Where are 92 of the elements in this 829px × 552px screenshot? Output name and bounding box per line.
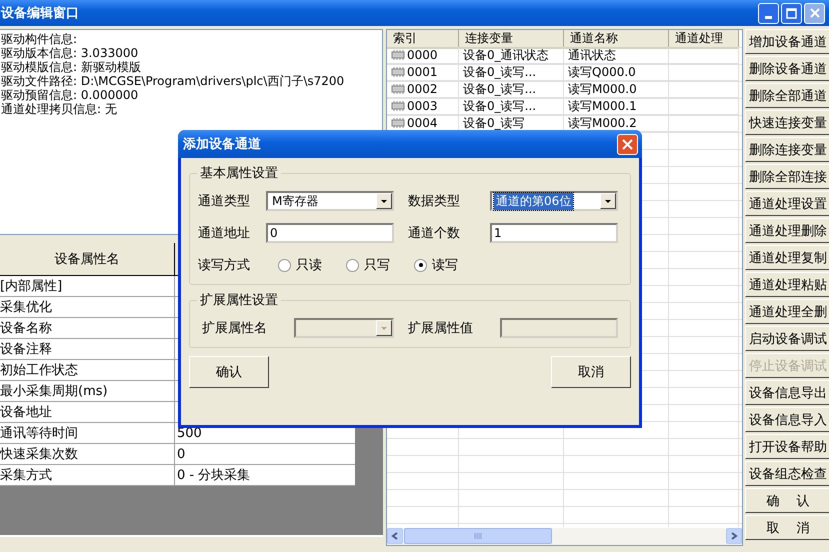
table-cell: 读写Q000.0: [564, 64, 669, 81]
chip-icon: [391, 66, 405, 78]
table-cell: 设备0_读写...: [459, 64, 564, 81]
column-header[interactable]: 索引: [387, 30, 459, 49]
grip-icon: [474, 533, 482, 539]
dropdown[interactable]: 通道的第06位: [490, 191, 618, 211]
table-cell: [669, 47, 739, 64]
table-cell: 0002: [387, 81, 459, 98]
table-cell: 设备0_读写...: [459, 81, 564, 98]
info-line: 驱动预留信息: 0.000000: [1, 88, 140, 102]
property-value-cell: 0: [175, 444, 355, 465]
table-cell: 0000: [387, 47, 459, 64]
field-label: 通道类型: [197, 193, 251, 210]
info-line: 驱动版本信息: 3.033000: [1, 46, 140, 60]
chip-icon: [391, 83, 405, 95]
dialog-title: 添加设备通道: [183, 136, 261, 153]
close-button[interactable]: [617, 134, 638, 154]
chip-icon: [391, 117, 405, 129]
column-header[interactable]: 通道名称: [564, 30, 669, 49]
column-header[interactable]: 连接变量: [459, 30, 564, 49]
scroll-left-icon[interactable]: [387, 528, 403, 544]
property-name-cell: 通讯等待时间: [0, 423, 175, 444]
column-header[interactable]: 通道处理: [669, 30, 739, 49]
radio-option[interactable]: 只读: [278, 256, 346, 274]
info-line: 通道处理拷贝信息: 无: [1, 102, 118, 116]
action-button[interactable]: 通道处理删除: [745, 218, 829, 243]
action-button[interactable]: 通道处理全删: [745, 299, 829, 324]
action-button[interactable]: 确 认: [745, 488, 829, 513]
input-field[interactable]: 0: [266, 223, 394, 243]
property-name-cell: 采集优化: [0, 297, 175, 318]
close-icon: [622, 138, 633, 150]
action-button[interactable]: 设备信息导出: [745, 380, 829, 405]
info-line: 驱动文件路径: D:\MCGSE\Program\drivers\plc\西门子\s7200: [1, 74, 346, 88]
cancel-button[interactable]: 取消: [551, 356, 631, 388]
property-name-cell: 初始工作状态: [0, 360, 175, 381]
chip-icon: [391, 100, 405, 112]
field-label: 读写方式: [197, 257, 251, 274]
table-cell: 设备0_通讯状态: [459, 47, 564, 64]
group-title: 扩展属性设置: [199, 292, 279, 309]
minimize-icon: [765, 16, 772, 18]
radio-option[interactable]: 只写: [346, 256, 414, 274]
action-button[interactable]: 删除连接变量: [745, 137, 829, 162]
property-name-cell: 快速采集次数: [0, 444, 175, 465]
property-name-cell: 设备注释: [0, 339, 175, 360]
action-button[interactable]: 设备信息导入: [745, 407, 829, 432]
property-name-cell: 最小采集周期(ms): [0, 381, 175, 402]
column-header[interactable]: 设备属性名: [0, 243, 175, 275]
field-label: 扩展属性值: [407, 320, 474, 337]
action-button[interactable]: 启动设备调试: [745, 326, 829, 351]
close-button[interactable]: [804, 2, 825, 24]
scroll-right-icon[interactable]: [726, 528, 742, 544]
action-button[interactable]: 通道处理粘贴: [745, 272, 829, 297]
property-name-cell: [内部属性]: [0, 276, 175, 297]
field-label: 扩展属性名: [201, 320, 268, 337]
action-button[interactable]: 删除全部连接: [745, 164, 829, 189]
action-button[interactable]: 通道处理设置: [745, 191, 829, 216]
action-button[interactable]: 取 消: [745, 515, 829, 540]
field-label: 通道地址: [197, 225, 251, 242]
action-button[interactable]: 删除设备通道: [745, 56, 829, 81]
scroll-thumb[interactable]: [404, 528, 552, 544]
window-title: 设备编辑窗口: [1, 4, 79, 22]
horizontal-scrollbar[interactable]: [387, 527, 742, 545]
table-cell: 0001: [387, 64, 459, 81]
property-name-cell: 设备名称: [0, 318, 175, 339]
property-name-cell: 采集方式: [0, 465, 175, 486]
chip-icon: [391, 49, 405, 61]
action-button[interactable]: 删除全部通道: [745, 83, 829, 108]
close-icon: [810, 8, 820, 18]
input-field[interactable]: 1: [490, 223, 618, 243]
action-button[interactable]: 通道处理复制: [745, 245, 829, 270]
group-title: 基本属性设置: [199, 165, 279, 182]
action-button[interactable]: 设备组态检查: [745, 461, 829, 486]
minimize-button[interactable]: [758, 2, 779, 24]
table-cell: 设备0_读写...: [459, 98, 564, 115]
maximize-button[interactable]: [781, 2, 802, 24]
dropdown[interactable]: M寄存器: [266, 191, 394, 211]
field-label: 数据类型: [407, 193, 461, 210]
maximize-icon: [786, 8, 797, 18]
property-value-cell: 0 - 分块采集: [175, 465, 355, 486]
info-line: 驱动构件信息:: [1, 32, 78, 46]
action-button[interactable]: 快速连接变量: [745, 110, 829, 135]
table-cell: 0003: [387, 98, 459, 115]
table-cell: 读写M000.0: [564, 81, 669, 98]
table-cell: 读写M000.1: [564, 98, 669, 115]
action-button[interactable]: 增加设备通道: [745, 29, 829, 54]
confirm-button[interactable]: 确认: [189, 356, 269, 388]
field-label: 通道个数: [407, 225, 461, 242]
property-name-cell: 设备地址: [0, 402, 175, 423]
table-cell: 通讯状态: [564, 47, 669, 64]
action-button[interactable]: 打开设备帮助: [745, 434, 829, 459]
info-line: 驱动模版信息: 新驱动模版: [1, 60, 142, 74]
radio-option[interactable]: 读写: [414, 256, 482, 274]
